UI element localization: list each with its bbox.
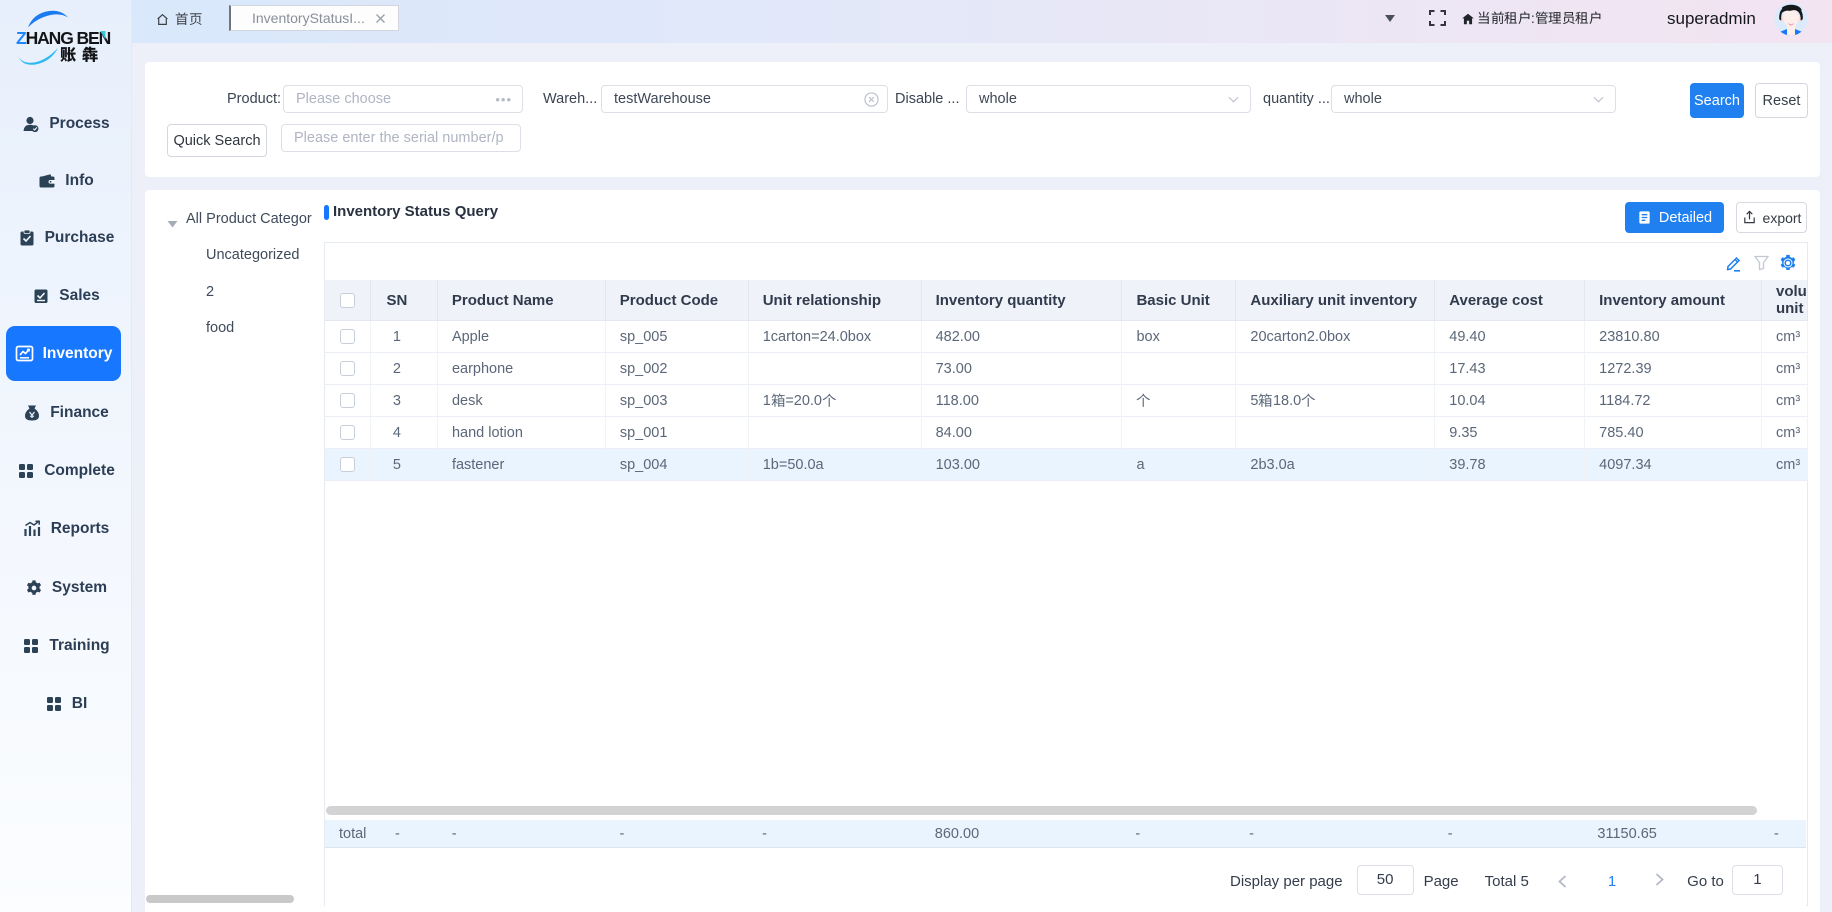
svg-text:ZHANG BEN: ZHANG BEN bbox=[16, 28, 111, 48]
